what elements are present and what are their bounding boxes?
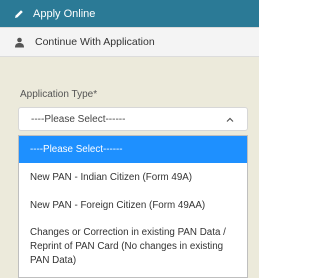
screen: Apply Online Continue With Application A… (0, 0, 259, 278)
select-current-value: ----Please Select------ (31, 113, 126, 125)
application-type-label: Application Type* (20, 89, 98, 100)
dropdown-option-new-pan-foreign[interactable]: New PAN - Foreign Citizen (Form 49AA) (19, 191, 247, 220)
pencil-icon (14, 9, 24, 19)
tab-continue-with-application-label: Continue With Application (35, 36, 155, 48)
application-type-dropdown: ----Please Select------ New PAN - Indian… (18, 135, 248, 278)
tab-apply-online-label: Apply Online (33, 7, 96, 20)
tab-apply-online[interactable]: Apply Online (0, 0, 259, 27)
dropdown-option-new-pan-indian[interactable]: New PAN - Indian Citizen (Form 49A) (19, 163, 247, 191)
dropdown-option-please-select[interactable]: ----Please Select------ (19, 136, 247, 163)
dropdown-option-changes-correction[interactable]: Changes or Correction in existing PAN Da… (19, 220, 247, 276)
user-icon (14, 37, 25, 48)
tab-continue-with-application[interactable]: Continue With Application (0, 27, 259, 57)
chevron-up-icon (225, 115, 235, 125)
application-type-select[interactable]: ----Please Select------ (18, 107, 248, 131)
